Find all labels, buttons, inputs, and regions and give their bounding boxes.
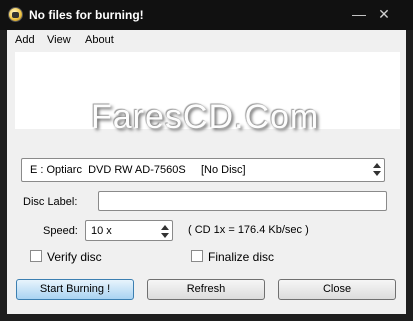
- refresh-button[interactable]: Refresh: [147, 279, 265, 300]
- finalize-disc-checkbox[interactable]: [191, 250, 203, 262]
- speed-label: Speed:: [43, 225, 78, 237]
- spin-arrows-icon[interactable]: [372, 161, 382, 179]
- watermark-text: FaresCD.Com: [91, 98, 320, 136]
- close-window-button[interactable]: ✕: [375, 5, 393, 23]
- menu-about[interactable]: About: [85, 34, 114, 46]
- title-bar[interactable]: No files for burning! — ✕: [0, 0, 413, 30]
- verify-disc-label[interactable]: Verify disc: [47, 250, 102, 264]
- start-burning-button[interactable]: Start Burning !: [16, 279, 134, 300]
- speed-select[interactable]: 10 x: [85, 220, 173, 241]
- banner-area: FaresCD.Com: [15, 52, 400, 155]
- menu-add[interactable]: Add: [15, 34, 35, 46]
- drive-select[interactable]: E : Optiarc DVD RW AD-7560S [No Disc]: [21, 158, 385, 182]
- menu-bar: Add View About: [7, 30, 406, 50]
- speed-value: 10 x: [91, 225, 112, 237]
- app-window: No files for burning! — ✕ Add View About…: [0, 0, 413, 321]
- drive-select-value: E : Optiarc DVD RW AD-7560S [No Disc]: [30, 164, 246, 176]
- menu-view[interactable]: View: [47, 34, 71, 46]
- disc-label-input[interactable]: [98, 191, 387, 211]
- window-title: No files for burning!: [29, 8, 144, 22]
- disc-label-caption: Disc Label:: [23, 196, 78, 208]
- close-button[interactable]: Close: [278, 279, 396, 300]
- speed-info: ( CD 1x = 176.4 Kb/sec ): [188, 224, 309, 236]
- main-panel: Add View About FaresCD.Com E : Optiarc D…: [7, 30, 406, 314]
- speed-spin-icon[interactable]: [160, 223, 170, 241]
- finalize-disc-label[interactable]: Finalize disc: [208, 250, 274, 264]
- app-logo-icon: [8, 7, 23, 22]
- verify-disc-checkbox[interactable]: [30, 250, 42, 262]
- minimize-button[interactable]: —: [350, 5, 368, 23]
